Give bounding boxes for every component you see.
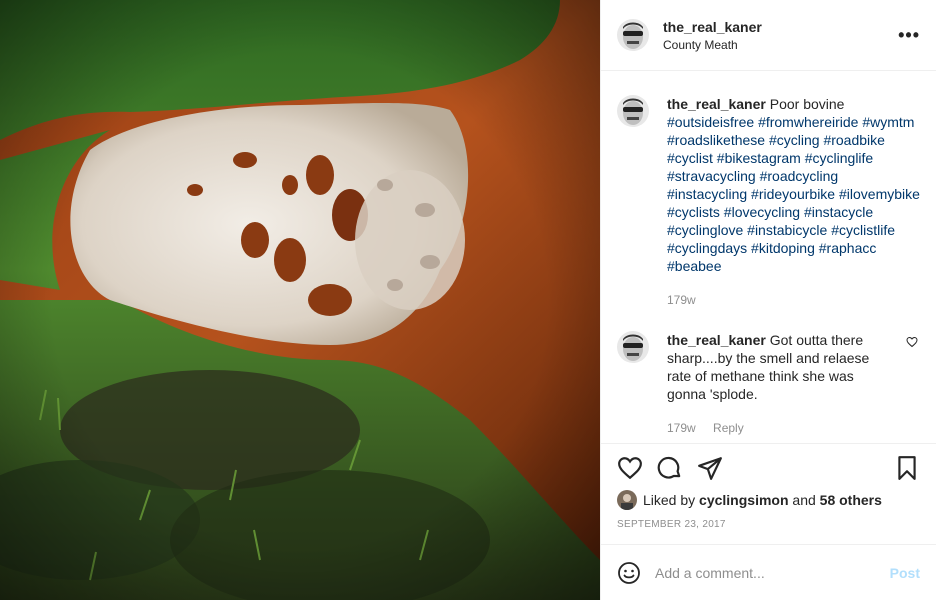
hashtag-link[interactable]: #raphacc [819,240,877,256]
hashtag-link[interactable]: #cyclingdays [667,240,747,256]
hashtag-link[interactable]: #roadslikethese [667,132,765,148]
save-bookmark-icon[interactable] [894,455,920,481]
hashtag-link[interactable]: #cyclist [667,150,713,166]
hashtag-link[interactable]: #rideyourbike [751,186,835,202]
comment-row: the_real_kaner Got outta there sharp....… [617,331,920,437]
post-date[interactable]: SEPTEMBER 23, 2017 [617,519,920,544]
hashtag-link[interactable]: #fromwhereiride [758,114,858,130]
post-actions: Liked by cyclingsimon and 58 others SEPT… [601,443,936,544]
likes-prefix: Liked by [643,492,696,508]
caption-hashtags: #outsideisfree #fromwhereiride #wymtm #r… [667,114,920,274]
comments-section[interactable]: the_real_kaner Poor bovine #outsideisfre… [601,71,936,443]
post-comment-button[interactable]: Post [890,565,920,581]
hashtag-link[interactable]: #roadcycling [760,168,839,184]
hashtag-link[interactable]: #beabee [667,258,722,274]
caption-body: the_real_kaner Poor bovine #outsideisfre… [667,95,920,309]
hashtag-link[interactable]: #instabicycle [747,222,827,238]
instagram-post: the_real_kaner County Meath ••• the_real… [0,0,936,600]
post-photo[interactable] [0,0,600,600]
likes-line: Liked by cyclingsimon and 58 others [617,490,920,510]
hashtag-link[interactable]: #cyclinglife [805,150,873,166]
like-heart-icon[interactable] [617,455,643,481]
comment-avatar[interactable] [617,331,649,363]
more-options-icon[interactable]: ••• [898,25,920,46]
add-comment-input[interactable]: Add a comment... [655,565,890,581]
hashtag-link[interactable]: #wymtm [862,114,914,130]
caption-meta: 179w [667,291,920,309]
add-comment-bar: Add a comment... Post [601,544,936,600]
reply-button[interactable]: Reply [713,421,744,435]
hashtag-link[interactable]: #cycling [769,132,820,148]
comment-body: the_real_kaner Got outta there sharp....… [667,331,888,437]
hashtag-link[interactable]: #stravacycling [667,168,756,184]
post-side-panel: the_real_kaner County Meath ••• the_real… [600,0,936,600]
hashtag-link[interactable]: #lovecycling [724,204,800,220]
post-header: the_real_kaner County Meath ••• [601,0,936,71]
caption-text: Poor bovine [769,96,845,112]
likes-user[interactable]: cyclingsimon [699,492,788,508]
comment-like-heart-icon[interactable] [906,335,920,353]
hashtag-link[interactable]: #bikestagram [717,150,801,166]
comment-bubble-icon[interactable] [657,455,683,481]
header-location[interactable]: County Meath [663,38,898,52]
share-paper-plane-icon[interactable] [697,455,723,481]
emoji-smiley-icon[interactable] [617,561,641,585]
likes-and: and [792,492,816,508]
hashtag-link[interactable]: #kitdoping [751,240,815,256]
caption-row: the_real_kaner Poor bovine #outsideisfre… [617,95,920,309]
user-avatar[interactable] [617,19,649,51]
hashtag-link[interactable]: #cyclists [667,204,720,220]
hashtag-link[interactable]: #cyclinglove [667,222,743,238]
comment-username[interactable]: the_real_kaner [667,332,766,348]
hashtag-link[interactable]: #cyclistlife [831,222,895,238]
liker-avatar[interactable] [617,490,637,510]
hashtag-link[interactable]: #instacycle [804,204,873,220]
caption-username[interactable]: the_real_kaner [667,96,766,112]
caption-avatar[interactable] [617,95,649,127]
hashtag-link[interactable]: #outsideisfree [667,114,754,130]
caption-age[interactable]: 179w [667,293,696,307]
hashtag-link[interactable]: #ilovemybike [839,186,920,202]
hashtag-link[interactable]: #instacycling [667,186,747,202]
cow-photo-image [0,0,600,600]
header-username[interactable]: the_real_kaner [663,19,898,35]
comment-age[interactable]: 179w [667,421,696,435]
likes-others[interactable]: 58 others [820,492,882,508]
hashtag-link[interactable]: #roadbike [823,132,885,148]
comment-meta: 179w Reply [667,419,888,437]
